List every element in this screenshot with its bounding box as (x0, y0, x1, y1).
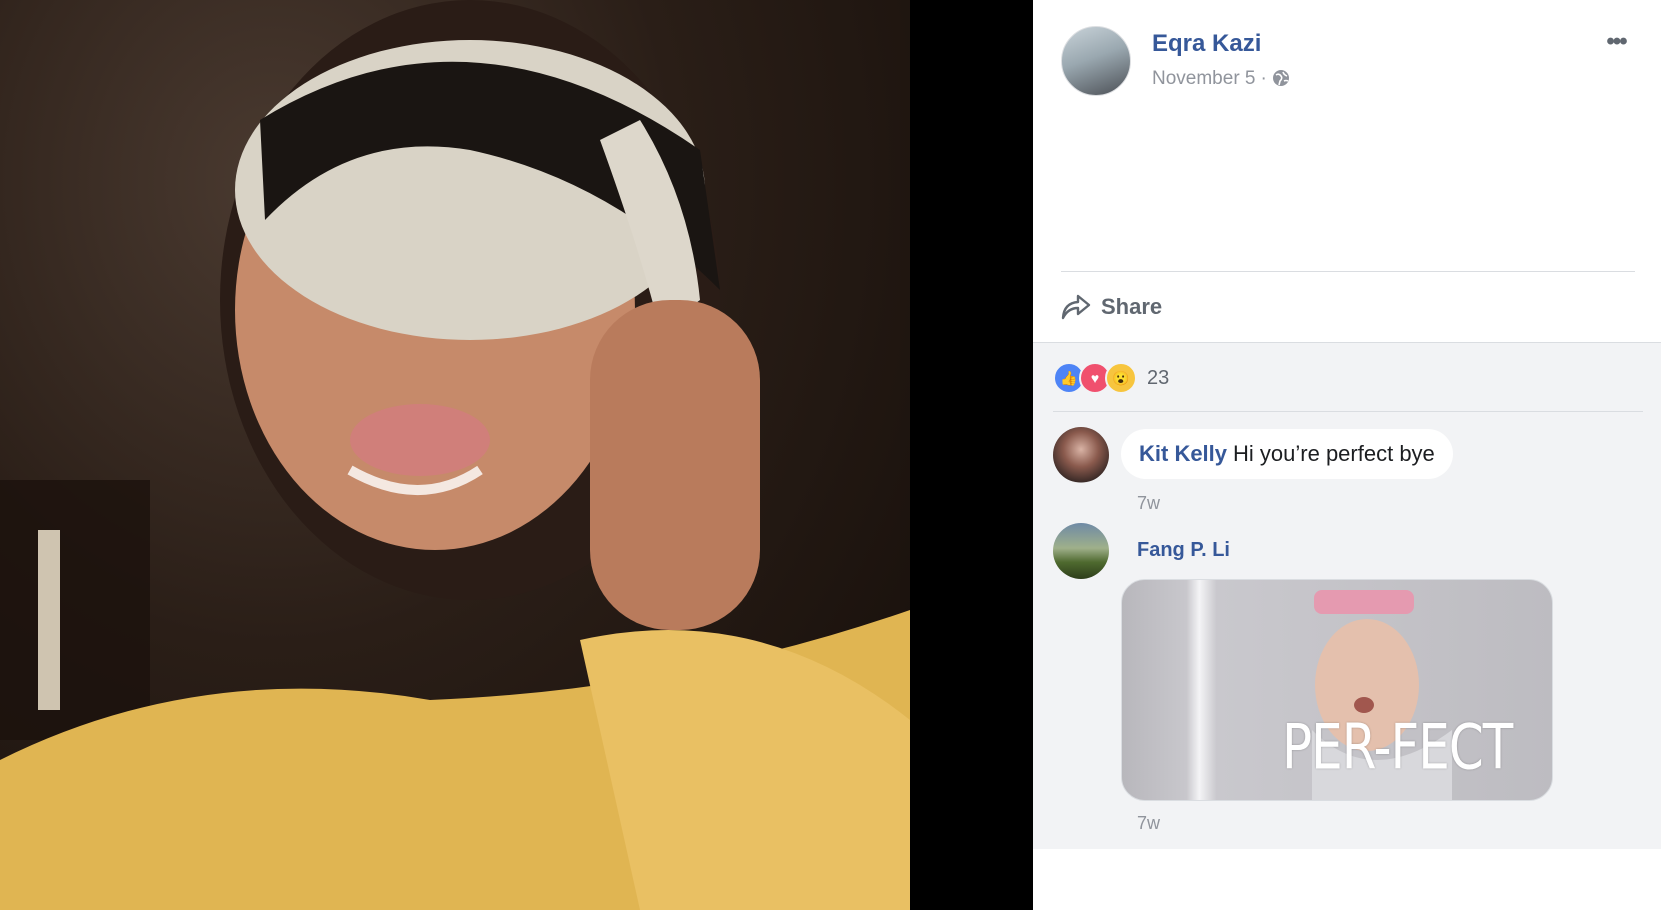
meta-separator: · (1260, 68, 1267, 89)
post-header: Eqra Kazi November 5 · ••• (1061, 26, 1661, 106)
commenter-name[interactable]: Kit Kelly (1139, 441, 1227, 466)
commenter-avatar[interactable] (1053, 427, 1109, 483)
globe-icon[interactable] (1272, 69, 1290, 87)
comment-text: Hi you’re perfect bye (1233, 441, 1435, 466)
gif-caption: PER-FECT (1282, 710, 1513, 784)
post-photo[interactable] (0, 0, 910, 910)
author-avatar[interactable] (1061, 26, 1131, 96)
comment-item: Fang P. Li PER-FECT 7w (1053, 523, 1661, 843)
commenter-name[interactable]: Fang P. Li (1137, 539, 1230, 562)
comment-item: Kit Kelly Hi you’re perfect bye 7w (1053, 427, 1661, 517)
wow-icon: 😮 (1105, 362, 1137, 394)
post-sidebar: Eqra Kazi November 5 · ••• Share 👍 ♥ 😮 23… (1033, 0, 1661, 910)
commenter-avatar[interactable] (1053, 523, 1109, 579)
author-name[interactable]: Eqra Kazi (1152, 30, 1261, 58)
comment-bubble: Kit Kelly Hi you’re perfect bye (1121, 429, 1453, 479)
share-button[interactable]: Share (1061, 287, 1162, 327)
photo-illustration (0, 0, 910, 910)
comment-gif[interactable]: PER-FECT (1121, 579, 1553, 801)
share-label: Share (1101, 294, 1163, 319)
comment-time[interactable]: 7w (1137, 493, 1160, 514)
post-meta: November 5 · (1152, 68, 1290, 90)
comment-time[interactable]: 7w (1137, 813, 1160, 834)
post-date[interactable]: November 5 (1152, 68, 1256, 89)
viewer-gap (910, 0, 1033, 910)
reaction-count[interactable]: 23 (1147, 367, 1169, 390)
reactions-summary[interactable]: 👍 ♥ 😮 23 (1053, 361, 1169, 395)
more-options-button[interactable]: ••• (1599, 30, 1633, 60)
actions-divider (1061, 271, 1635, 272)
share-icon (1061, 294, 1091, 320)
comments-divider (1053, 411, 1643, 412)
comments-section: 👍 ♥ 😮 23 Kit Kelly Hi you’re perfect bye … (1033, 342, 1661, 849)
